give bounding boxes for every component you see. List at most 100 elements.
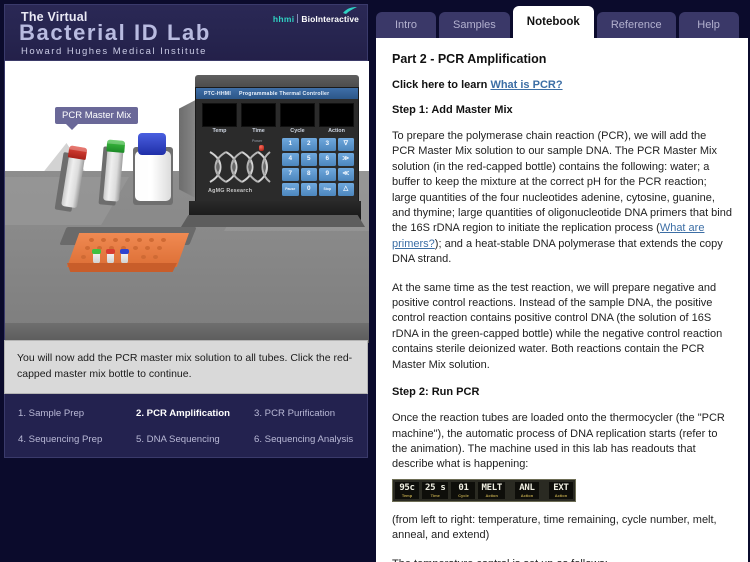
page-title: Bacterial ID Lab	[19, 20, 211, 45]
readout-value-cycle: 01	[458, 482, 469, 493]
reaction-tube-green[interactable]	[92, 249, 101, 264]
readout-value-temp: 95c	[399, 482, 415, 493]
screen-time	[241, 103, 276, 127]
keypad-key-down-icon[interactable]: ∇	[337, 138, 354, 151]
rack-top[interactable]	[67, 233, 189, 267]
blue-cap[interactable]	[138, 133, 166, 155]
thermocycler-keypad[interactable]: 1 2 3 ∇ 4 5 6 ≫ 7 8 9 ≪ Pause 0 Stop △	[282, 138, 354, 196]
green-cap[interactable]	[106, 139, 126, 153]
tab-intro[interactable]: Intro	[376, 12, 436, 38]
readout-legend: (from left to right: temperature, time r…	[392, 513, 717, 542]
screen-label-time: Time	[252, 128, 265, 134]
screen-label-cycle: Cycle	[290, 128, 305, 134]
keypad-key-back-icon[interactable]: ≪	[337, 168, 354, 181]
thermocycler-control-panel: PTC-HHMI Programmable Thermal Controller…	[195, 87, 359, 203]
keypad-key-1[interactable]: 1	[282, 138, 299, 151]
paragraph-temperature-control: The temperature control is set up as fol…	[392, 557, 732, 562]
swoosh-icon	[343, 7, 357, 14]
rack-hole	[89, 238, 94, 242]
thermocycler-titlebar: PTC-HHMI Programmable Thermal Controller	[196, 88, 358, 99]
tab-help[interactable]: Help	[678, 12, 739, 38]
paragraph-master-mix: To prepare the polymerase chain reaction…	[392, 129, 732, 268]
what-is-pcr-link[interactable]: What is PCR?	[490, 79, 562, 91]
tube-rack[interactable]	[59, 227, 197, 279]
paragraph-controls: At the same time as the test reaction, w…	[392, 281, 723, 371]
power-led-label: Power	[252, 139, 263, 143]
rack-hole	[85, 246, 90, 250]
screen-root: The Virtual Bacterial ID Lab Howard Hugh…	[0, 0, 750, 562]
readout-cell-temp: 95c Temp	[395, 481, 419, 499]
rack-hole	[137, 238, 142, 242]
tab-samples[interactable]: Samples	[439, 12, 510, 38]
thermocycler-screens	[202, 103, 354, 127]
instruction-panel: You will now add the PCR master mix solu…	[4, 340, 368, 394]
dna-helix-icon	[209, 151, 271, 183]
thermocycler-brand-label: AgMG Research	[208, 188, 253, 194]
logo-divider	[297, 14, 299, 23]
nav-step-dna-sequencing[interactable]: 5. DNA Sequencing	[136, 434, 250, 445]
red-cap[interactable]	[67, 145, 88, 161]
hhmi-biointeractive-logo: hhmi BioInteractive	[273, 7, 359, 24]
keypad-key-6[interactable]: 6	[319, 153, 336, 166]
green-capped-control-dna-bottle[interactable]	[103, 139, 126, 202]
readout-caption-temp: Temp	[401, 492, 413, 498]
keypad-key-7[interactable]: 7	[282, 168, 299, 181]
rack-front	[67, 263, 177, 272]
readout-divider	[541, 481, 546, 499]
reagent-group	[45, 123, 195, 233]
notebook-tabbar: Intro Samples Notebook Reference Help	[372, 6, 750, 38]
keypad-key-4[interactable]: 4	[282, 153, 299, 166]
notebook-panel: Intro Samples Notebook Reference Help Pa…	[372, 0, 750, 562]
rack-hole	[141, 255, 146, 259]
keypad-key-3[interactable]: 3	[319, 138, 336, 151]
keypad-key-5[interactable]: 5	[300, 153, 317, 166]
nav-step-sequencing-analysis[interactable]: 6. Sequencing Analysis	[254, 434, 368, 445]
thermocycler-machine[interactable]: PTC-HHMI Programmable Thermal Controller…	[179, 75, 365, 227]
tab-reference[interactable]: Reference	[596, 12, 676, 38]
readout-cell-melt: MELT Action	[478, 481, 505, 499]
minitube-red-cap	[106, 249, 115, 254]
nav-step-sequencing-prep[interactable]: 4. Sequencing Prep	[18, 434, 132, 445]
brand-subtitle: Howard Hughes Medical Institute	[21, 46, 207, 57]
water-bottle[interactable]	[135, 133, 171, 201]
keypad-key-forward-icon[interactable]: ≫	[337, 153, 354, 166]
reaction-tube-red[interactable]	[106, 249, 115, 264]
keypad-key-0[interactable]: 0	[300, 183, 317, 196]
thermocycler-screen-labels: Temp Time Cycle Action	[202, 128, 354, 137]
readout-caption-anneal: Action	[520, 492, 534, 498]
virtual-lab-app-panel: The Virtual Bacterial ID Lab Howard Hugh…	[0, 0, 372, 562]
screen-temp	[202, 103, 237, 127]
readout-cell-cycle: 01 Cycle	[451, 481, 476, 499]
biointeractive-wordmark: BioInteractive	[301, 13, 359, 24]
readout-cell-anneal: ANL Action	[514, 481, 539, 499]
tooltip-pcr-master-mix: PCR Master Mix	[55, 107, 139, 130]
keypad-key-up-icon[interactable]: △	[337, 183, 354, 196]
paragraph-master-mix-part1: To prepare the polymerase chain reaction…	[392, 130, 732, 235]
nav-step-pcr-amplification[interactable]: 2. PCR Amplification	[136, 408, 250, 419]
learn-more-line: Click here to learn What is PCR?	[392, 79, 732, 91]
rack-hole	[81, 255, 86, 259]
rack-hole	[145, 246, 150, 250]
reaction-tube-blue[interactable]	[120, 249, 129, 264]
rack-hole	[113, 238, 118, 242]
screen-label-action: Action	[328, 128, 345, 134]
nav-step-sample-prep[interactable]: 1. Sample Prep	[18, 408, 132, 419]
thermocycler-name: Programmable Thermal Controller	[238, 90, 330, 97]
readout-value-extend: EXT	[553, 482, 569, 493]
paragraph-master-mix-part2: ); and a heat-stable DNA polymerase that…	[392, 237, 723, 266]
keypad-key-2[interactable]: 2	[300, 138, 317, 151]
keypad-key-pause[interactable]: Pause	[282, 183, 299, 196]
keypad-key-9[interactable]: 9	[319, 168, 336, 181]
rack-hole	[125, 238, 130, 242]
keypad-key-8[interactable]: 8	[300, 168, 317, 181]
notebook-title: Part 2 - PCR Amplification	[392, 52, 547, 66]
nav-step-pcr-purification[interactable]: 3. PCR Purification	[254, 408, 368, 419]
step2-heading: Step 2: Run PCR	[392, 386, 480, 399]
step1-heading: Step 1: Add Master Mix	[392, 104, 513, 116]
readout-value-melt: MELT	[481, 482, 502, 493]
tab-notebook[interactable]: Notebook	[512, 6, 594, 38]
minitube-green-cap	[92, 249, 101, 254]
readout-caption-extend: Action	[554, 492, 568, 498]
rack-hole	[133, 246, 138, 250]
keypad-key-stop[interactable]: Stop	[319, 183, 336, 196]
